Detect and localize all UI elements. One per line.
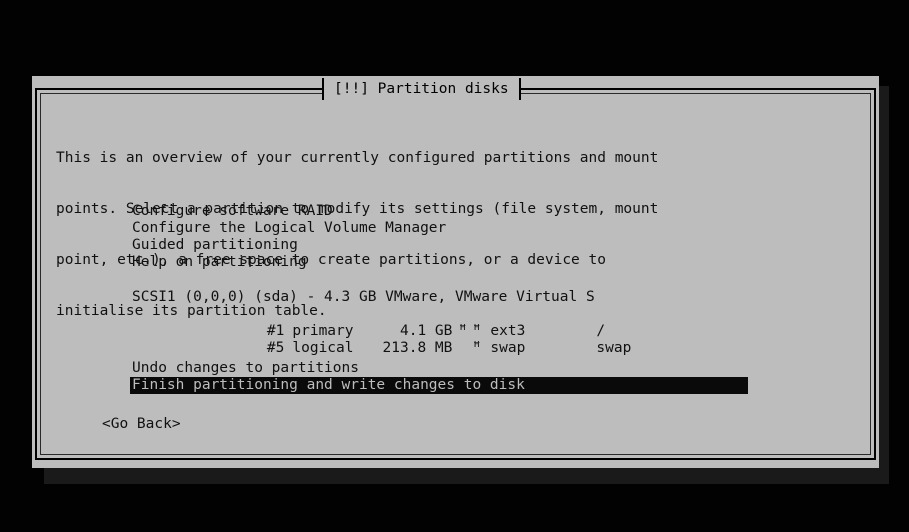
partition-type: logical bbox=[292, 340, 354, 356]
menu-item-help[interactable]: Help on partitioning bbox=[132, 254, 307, 271]
finish-partitioning-item[interactable]: Finish partitioning and write changes to… bbox=[130, 377, 748, 394]
partition-number: #5 bbox=[266, 340, 285, 356]
partition-fs: swap bbox=[490, 340, 526, 356]
format-flag-icon: ꟸ bbox=[472, 340, 482, 356]
menu-item-guided-partitioning[interactable]: Guided partitioning bbox=[132, 237, 298, 254]
dialog-title: [!!] Partition disks bbox=[322, 78, 521, 100]
menu-item-lvm[interactable]: Configure the Logical Volume Manager bbox=[132, 220, 446, 237]
partition-size: 213.8 MB bbox=[382, 340, 453, 356]
undo-changes-item[interactable]: Undo changes to partitions bbox=[132, 360, 359, 377]
partition-dialog: [!!] Partition disks This is an overview… bbox=[32, 76, 879, 468]
go-back-button[interactable]: <Go Back> bbox=[102, 416, 181, 433]
intro-line: This is an overview of your currently co… bbox=[56, 150, 659, 166]
screen: [!!] Partition disks This is an overview… bbox=[0, 0, 909, 532]
partition-mount: swap bbox=[596, 340, 632, 356]
menu-item-software-raid[interactable]: Configure software RAID bbox=[132, 203, 333, 220]
disk-entry[interactable]: SCSI1 (0,0,0) (sda) - 4.3 GB VMware, VMw… bbox=[132, 289, 595, 306]
